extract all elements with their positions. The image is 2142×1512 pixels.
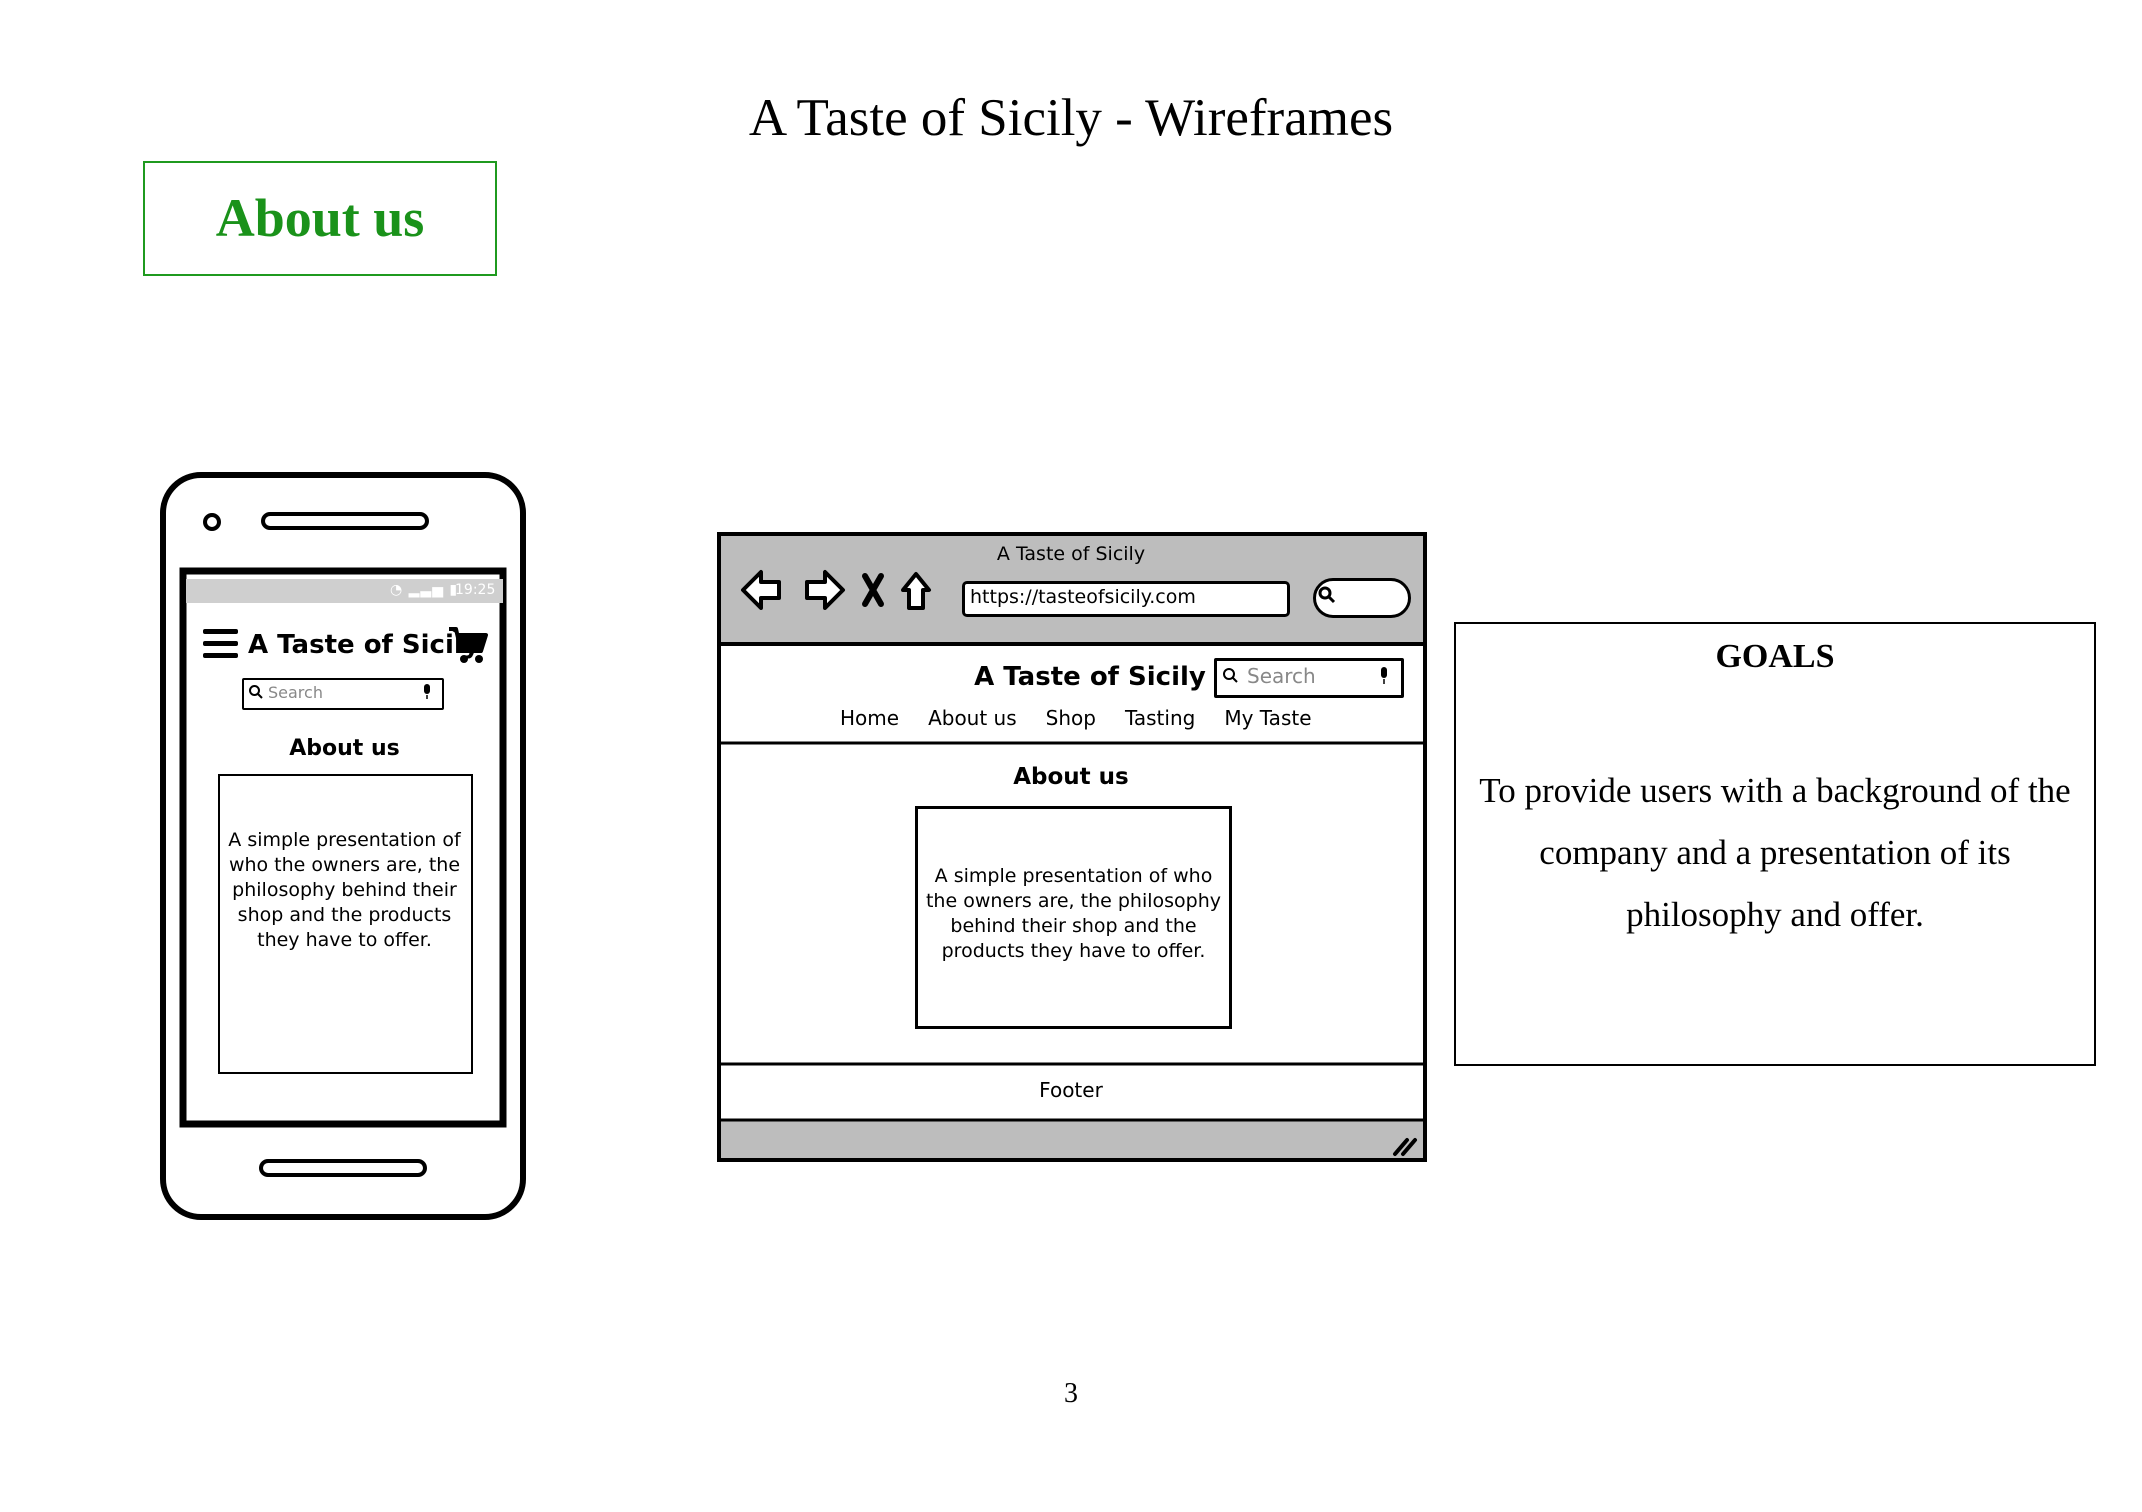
browser-window-title: A Taste of Sicily [996,543,1146,565]
browser-url[interactable]: https://tasteofsicily.com [970,586,1196,608]
desktop-footer: Footer [1039,1078,1103,1102]
status-time: 19:25 [455,582,496,598]
desktop-nav: Home About us Shop Tasting My Taste [840,706,1341,730]
section-label: About us [215,188,425,248]
nav-item-home[interactable]: Home [840,706,899,730]
search-icon [249,685,263,699]
nav-item-about-us[interactable]: About us [928,706,1017,730]
desktop-brand[interactable]: A Taste of Sicily [940,662,1240,692]
desktop-about-description: A simple presentation of who the owners … [925,865,1222,962]
mobile-brand[interactable]: A Taste of Sicily [248,630,480,660]
mobile-about-description: A simple presentation of who the owners … [228,829,461,951]
mobile-search-placeholder: Search [268,683,323,702]
goals-title: GOALS [1715,638,1835,675]
desktop-about-heading: About us [1013,764,1129,790]
nav-item-shop[interactable]: Shop [1046,706,1096,730]
page-title: A Taste of Sicily - Wireframes [748,89,1394,147]
mic-icon[interactable] [422,684,432,700]
desktop-search-placeholder: Search [1247,664,1316,688]
mobile-about-heading: About us [289,736,400,761]
search-icon[interactable] [1318,586,1336,604]
page-number: 3 [1064,1378,1078,1409]
search-icon [1223,668,1238,683]
goals-text: To provide users with a background of th… [1479,771,2071,934]
cart-icon[interactable] [447,625,489,665]
mic-icon[interactable] [1378,667,1390,685]
nav-item-my-taste[interactable]: My Taste [1224,706,1311,730]
menu-icon[interactable] [203,629,238,659]
wifi-icon: ◔ ▂▃▅ ▮ [390,582,459,598]
nav-item-tasting[interactable]: Tasting [1125,706,1195,730]
